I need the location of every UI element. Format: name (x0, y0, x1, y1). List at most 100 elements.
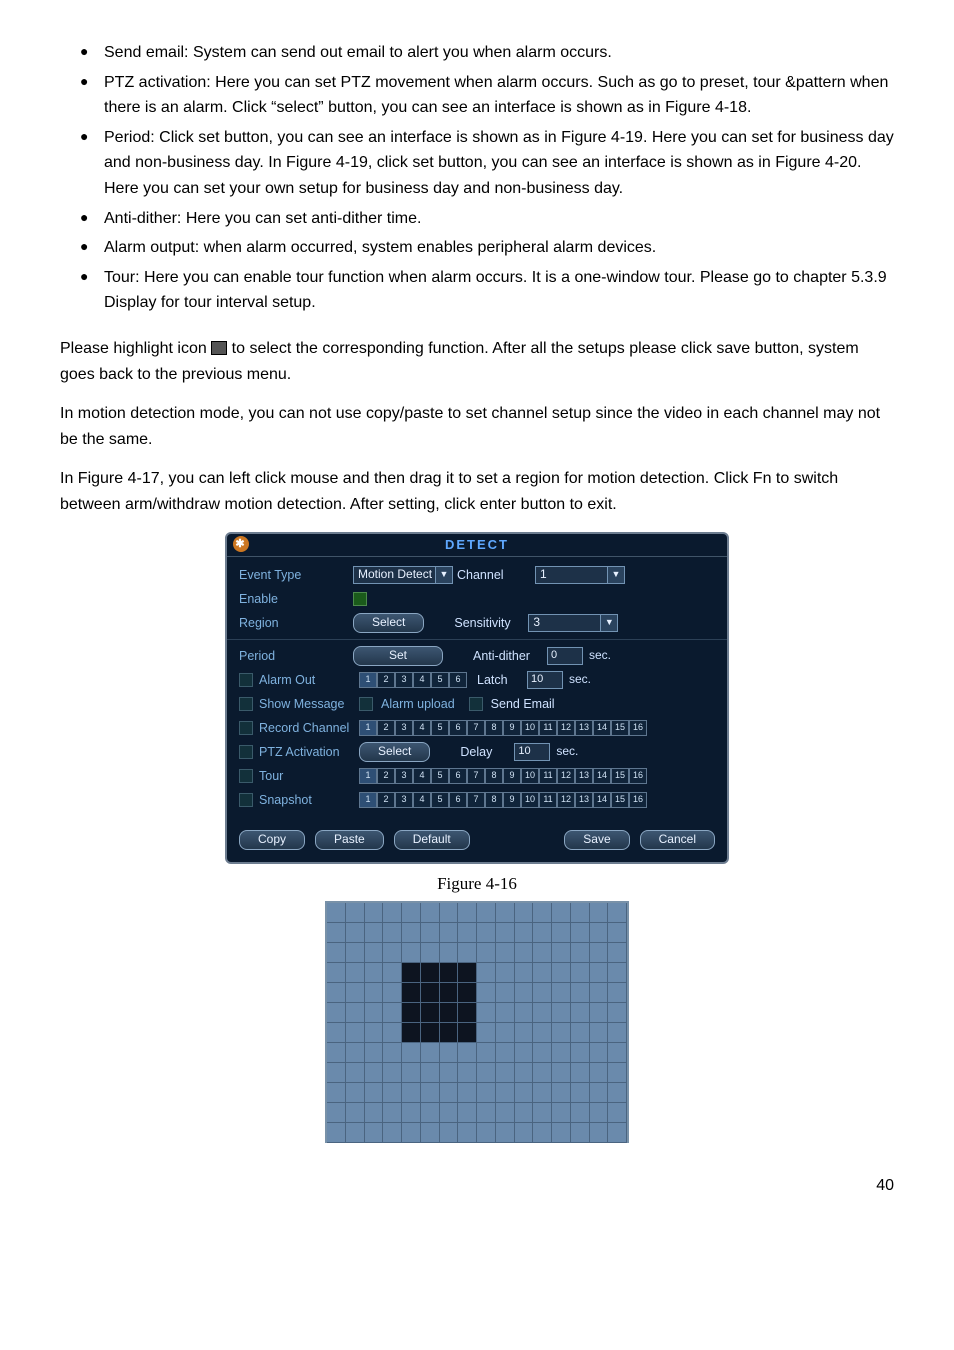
region-cell[interactable] (608, 943, 627, 963)
alarm-ch[interactable]: 4 (413, 672, 431, 688)
anti-dither-input[interactable]: 0 (547, 647, 583, 665)
region-cell[interactable] (552, 983, 571, 1003)
region-cell[interactable] (515, 1123, 534, 1143)
region-cell[interactable] (515, 943, 534, 963)
region-cell[interactable] (515, 983, 534, 1003)
region-cell[interactable] (346, 1083, 365, 1103)
channel-cell[interactable]: 3 (395, 720, 413, 736)
region-cell[interactable] (515, 1083, 534, 1103)
region-cell[interactable] (477, 943, 496, 963)
region-cell[interactable] (571, 1023, 590, 1043)
region-cell[interactable] (383, 1123, 402, 1143)
region-cell[interactable] (608, 923, 627, 943)
channel-cell[interactable]: 7 (467, 720, 485, 736)
region-cell[interactable] (533, 1103, 552, 1123)
region-cell[interactable] (608, 1083, 627, 1103)
region-cell[interactable] (515, 1103, 534, 1123)
channel-cell[interactable]: 5 (431, 768, 449, 784)
region-cell[interactable] (590, 1023, 609, 1043)
channel-cell[interactable]: 9 (503, 792, 521, 808)
channel-cell[interactable]: 15 (611, 792, 629, 808)
channel-cell[interactable]: 10 (521, 792, 539, 808)
channel-cell[interactable]: 10 (521, 720, 539, 736)
region-cell[interactable] (327, 923, 346, 943)
region-cell[interactable] (402, 923, 421, 943)
region-cell[interactable] (477, 1083, 496, 1103)
region-cell[interactable] (327, 1023, 346, 1043)
channel-cell[interactable]: 2 (377, 768, 395, 784)
region-cell[interactable] (440, 1003, 459, 1023)
region-cell[interactable] (365, 1003, 384, 1023)
snapshot-checkbox[interactable] (239, 793, 253, 807)
channel-cell[interactable]: 14 (593, 720, 611, 736)
channel-cell[interactable]: 15 (611, 720, 629, 736)
region-cell[interactable] (458, 1003, 477, 1023)
region-cell[interactable] (571, 983, 590, 1003)
region-cell[interactable] (421, 983, 440, 1003)
channel-cell[interactable]: 14 (593, 768, 611, 784)
region-cell[interactable] (533, 903, 552, 923)
alarm-out-checkbox[interactable] (239, 673, 253, 687)
send-email-checkbox[interactable] (469, 697, 483, 711)
region-cell[interactable] (458, 903, 477, 923)
channel-cell[interactable]: 6 (449, 720, 467, 736)
region-cell[interactable] (327, 1063, 346, 1083)
region-cell[interactable] (590, 903, 609, 923)
channel-cell[interactable]: 3 (395, 768, 413, 784)
region-cell[interactable] (440, 1043, 459, 1063)
region-cell[interactable] (533, 1003, 552, 1023)
region-cell[interactable] (608, 1003, 627, 1023)
region-cell[interactable] (327, 983, 346, 1003)
paste-button[interactable]: Paste (315, 830, 384, 850)
region-cell[interactable] (402, 1043, 421, 1063)
region-cell[interactable] (552, 943, 571, 963)
region-cell[interactable] (590, 943, 609, 963)
period-set-button[interactable]: Set (353, 646, 443, 666)
region-cell[interactable] (458, 1103, 477, 1123)
region-cell[interactable] (421, 1043, 440, 1063)
region-cell[interactable] (383, 923, 402, 943)
region-cell[interactable] (571, 1043, 590, 1063)
region-cell[interactable] (477, 983, 496, 1003)
channel-cell[interactable]: 2 (377, 720, 395, 736)
region-cell[interactable] (421, 1063, 440, 1083)
region-cell[interactable] (327, 943, 346, 963)
region-cell[interactable] (515, 1063, 534, 1083)
channel-cell[interactable]: 1 (359, 720, 377, 736)
region-cell[interactable] (571, 923, 590, 943)
channel-cell[interactable]: 11 (539, 768, 557, 784)
sensitivity-dropdown[interactable]: 3 ▼ (528, 614, 618, 632)
channel-cell[interactable]: 12 (557, 768, 575, 784)
region-cell[interactable] (608, 1023, 627, 1043)
channel-cell[interactable]: 1 (359, 792, 377, 808)
alarm-ch[interactable]: 1 (359, 672, 377, 688)
ptz-activation-checkbox[interactable] (239, 745, 253, 759)
save-button[interactable]: Save (564, 830, 629, 850)
region-cell[interactable] (608, 1043, 627, 1063)
region-cell[interactable] (458, 983, 477, 1003)
region-cell[interactable] (590, 963, 609, 983)
region-cell[interactable] (533, 1063, 552, 1083)
region-cell[interactable] (571, 1103, 590, 1123)
channel-cell[interactable]: 11 (539, 792, 557, 808)
region-cell[interactable] (383, 1043, 402, 1063)
region-cell[interactable] (458, 943, 477, 963)
region-cell[interactable] (608, 1123, 627, 1143)
enable-checkbox[interactable] (353, 592, 367, 606)
region-cell[interactable] (571, 963, 590, 983)
channel-cell[interactable]: 2 (377, 792, 395, 808)
region-cell[interactable] (458, 1023, 477, 1043)
region-cell[interactable] (346, 903, 365, 923)
region-cell[interactable] (552, 963, 571, 983)
region-cell[interactable] (346, 1043, 365, 1063)
region-cell[interactable] (477, 1003, 496, 1023)
region-cell[interactable] (515, 1023, 534, 1043)
region-cell[interactable] (327, 1003, 346, 1023)
alarm-ch[interactable]: 5 (431, 672, 449, 688)
region-cell[interactable] (533, 963, 552, 983)
region-cell[interactable] (590, 923, 609, 943)
region-cell[interactable] (365, 1083, 384, 1103)
channel-cell[interactable]: 11 (539, 720, 557, 736)
region-cell[interactable] (590, 1103, 609, 1123)
region-cell[interactable] (552, 1003, 571, 1023)
